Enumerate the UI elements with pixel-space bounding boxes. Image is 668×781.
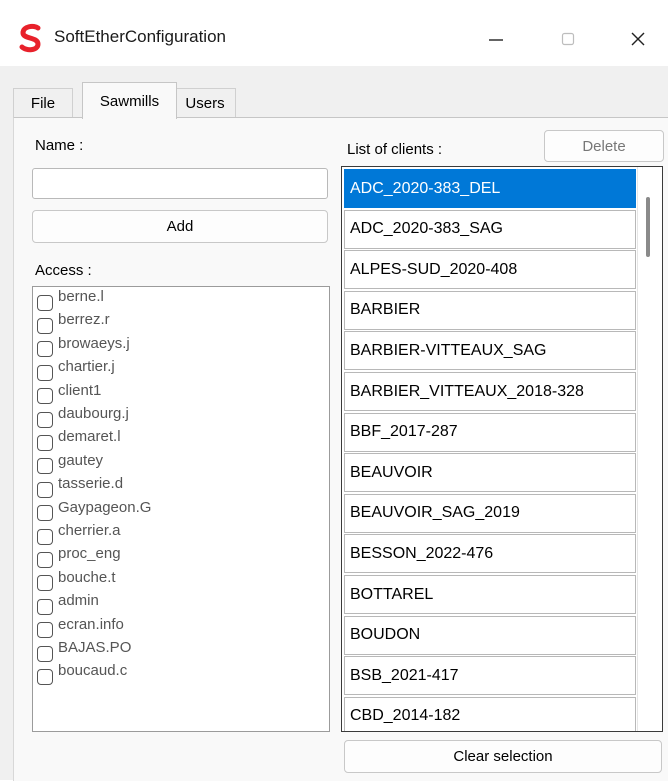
access-checkbox[interactable] xyxy=(37,317,53,334)
delete-button[interactable]: Delete xyxy=(544,130,664,162)
access-list: berne.l berrez.r browaeys.j chartier.j clien… xyxy=(32,286,330,732)
access-item-label: cherrier.a xyxy=(58,522,121,539)
tab-file[interactable]: File xyxy=(13,88,73,117)
clear-selection-button[interactable]: Clear selection xyxy=(344,740,662,773)
client-list-item[interactable]: BESSON_2022-476 xyxy=(344,534,636,574)
access-checkbox[interactable] xyxy=(37,668,53,685)
access-item[interactable]: daubourg.j xyxy=(37,404,129,428)
clients-scrollbar[interactable] xyxy=(637,167,662,731)
clients-label: List of clients : xyxy=(347,141,443,158)
maximize-icon xyxy=(561,32,575,46)
access-item-label: ecran.info xyxy=(58,615,124,633)
maximize-button[interactable] xyxy=(538,12,598,66)
access-item[interactable]: browaeys.j xyxy=(37,334,130,358)
access-item-label: admin xyxy=(58,592,99,610)
access-item[interactable]: client1 xyxy=(37,381,102,405)
client-list-item[interactable]: BARBIER-VITTEAUX_SAG xyxy=(344,331,636,371)
access-label: Access : xyxy=(35,262,92,279)
window-title: SoftEtherConfiguration xyxy=(54,27,226,46)
access-item-label: Gaypageon.G xyxy=(58,498,152,516)
scroll-thumb[interactable] xyxy=(646,197,650,257)
access-checkbox[interactable] xyxy=(37,551,53,568)
access-item-label: proc_eng xyxy=(58,545,121,563)
minimize-icon xyxy=(489,39,503,41)
access-item-label: browaeys.j xyxy=(58,334,130,352)
name-label: Name : xyxy=(35,137,84,154)
access-item[interactable]: BAJAS.PO xyxy=(37,638,132,662)
softether-logo-icon xyxy=(19,23,41,53)
client-list-item[interactable]: BARBIER_VITTEAUX_2018-328 xyxy=(344,372,636,411)
client-list-item[interactable]: BEAUVOIR_SAG_2019 xyxy=(344,493,636,533)
access-item-label: berrez.r xyxy=(58,311,110,329)
client-list-item[interactable]: BOUDON xyxy=(344,615,636,655)
access-checkbox[interactable] xyxy=(37,622,53,639)
access-item[interactable]: proc_eng xyxy=(37,544,121,568)
access-item-label: berne.l xyxy=(58,288,104,305)
access-item[interactable]: bouche.t xyxy=(37,568,116,592)
app-window: SoftEtherConfiguration File Users Sawmil… xyxy=(0,0,668,781)
client-list-item[interactable]: BBF_2017-287 xyxy=(344,412,636,452)
clients-list: ADC_2020-383_DEL ADC_2020-383_SAG ALPES-SU… xyxy=(341,166,663,732)
tab-sawmills[interactable]: Sawmills xyxy=(82,82,177,119)
client-list-item[interactable]: ADC_2020-383_SAG xyxy=(344,209,636,249)
access-checkbox[interactable] xyxy=(37,411,53,428)
access-item[interactable]: berrez.r xyxy=(37,310,110,334)
client-list-item[interactable]: ALPES-SUD_2020-408 xyxy=(344,250,636,290)
access-item-label: daubourg.j xyxy=(58,405,129,422)
access-item[interactable]: tasserie.d xyxy=(37,474,124,498)
minimize-button[interactable] xyxy=(466,12,526,66)
access-checkbox[interactable] xyxy=(37,505,53,522)
access-checkbox[interactable] xyxy=(37,575,53,592)
access-checkbox[interactable] xyxy=(37,434,53,451)
access-item[interactable]: berne.l xyxy=(37,287,104,311)
access-item-label: boucaud.c xyxy=(58,662,128,680)
add-button[interactable]: Add xyxy=(32,210,328,243)
client-list-item[interactable]: BEAUVOIR xyxy=(344,453,636,493)
access-checkbox[interactable] xyxy=(37,481,53,498)
access-item-label: tasserie.d xyxy=(58,475,124,493)
access-item[interactable]: admin xyxy=(37,591,99,615)
access-item-label: bouche.t xyxy=(58,568,116,586)
access-item-label: BAJAS.PO xyxy=(58,639,132,656)
client-list-item[interactable]: BOTTAREL xyxy=(344,575,636,614)
tab-users[interactable]: Users xyxy=(174,88,236,117)
access-item[interactable]: Gaypageon.G xyxy=(37,498,152,522)
access-checkbox[interactable] xyxy=(37,598,53,615)
access-item[interactable]: boucaud.c xyxy=(37,661,128,685)
access-item[interactable]: chartier.j xyxy=(37,357,115,381)
access-item[interactable]: cherrier.a xyxy=(37,521,121,545)
client-list-item[interactable]: ADC_2020-383_DEL xyxy=(344,169,636,208)
access-checkbox[interactable] xyxy=(37,294,53,311)
client-list-item[interactable]: BARBIER xyxy=(344,290,636,330)
access-item[interactable]: ecran.info xyxy=(37,615,124,639)
access-checkbox[interactable] xyxy=(37,528,53,545)
access-checkbox[interactable] xyxy=(37,341,53,358)
access-item-label: demaret.l xyxy=(58,428,121,446)
access-item[interactable]: gautey xyxy=(37,451,104,475)
access-item-label: gautey xyxy=(58,451,104,469)
access-checkbox[interactable] xyxy=(37,364,53,381)
access-item-label: chartier.j xyxy=(58,358,115,376)
access-checkbox[interactable] xyxy=(37,458,53,475)
client-list-item[interactable]: CBD_2014-182 xyxy=(344,696,636,731)
close-button[interactable] xyxy=(608,12,668,66)
access-checkbox[interactable] xyxy=(37,645,53,662)
close-icon xyxy=(631,32,645,46)
top-strip xyxy=(0,0,668,12)
access-item[interactable]: demaret.l xyxy=(37,427,121,451)
client-list-item[interactable]: BSB_2021-417 xyxy=(344,656,636,696)
access-item-label: client1 xyxy=(58,381,102,399)
access-checkbox[interactable] xyxy=(37,388,53,405)
name-input[interactable] xyxy=(32,168,328,199)
